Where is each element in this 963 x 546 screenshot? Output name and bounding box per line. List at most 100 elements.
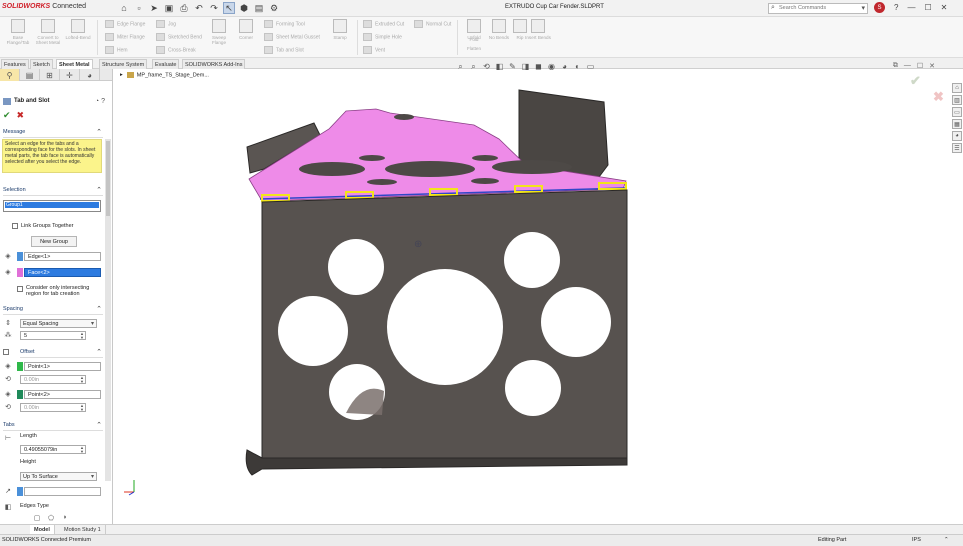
tab-and-slot-button[interactable]: Tab and Slot (264, 46, 304, 54)
collapse-chevron-icon[interactable]: ⌃ (96, 186, 102, 194)
cross-break-button[interactable]: Cross-Break (156, 46, 196, 54)
spacing-type-select[interactable]: Equal Spacing ▾ (20, 319, 97, 328)
tab-structure-system[interactable]: Structure System (99, 59, 148, 69)
up-to-surface-field[interactable] (24, 487, 101, 496)
jog-button[interactable]: Jog (156, 20, 176, 28)
point1-distance-input[interactable]: 0.00in ▲ ▼ (20, 375, 86, 384)
save-icon[interactable]: ▣ (163, 2, 175, 14)
scrollbar-thumb[interactable] (106, 141, 110, 216)
units-selector[interactable]: IPS (912, 537, 921, 543)
search-dropdown-icon[interactable]: ▾ (861, 4, 865, 12)
convert-to-sheet-metal-button[interactable]: Convert to Sheet Metal (34, 19, 62, 45)
base-flange-button[interactable]: Base Flange/Tab (4, 19, 32, 45)
tabs-section-header[interactable]: Tabs ⌃ (3, 422, 103, 431)
group-list-item[interactable]: Group1 (5, 202, 99, 208)
edge-selection-field[interactable]: Edge<1> (24, 252, 101, 261)
spinner-icon[interactable]: ▲ ▼ (80, 332, 84, 339)
ok-checkmark-icon[interactable]: ✔ (3, 110, 11, 120)
print-icon[interactable]: ⎙ (178, 2, 190, 14)
edge-type-sharp-icon[interactable]: ▢ (32, 514, 42, 522)
dimxpert-tab-icon[interactable]: ✛ (60, 69, 80, 81)
tab-evaluate[interactable]: Evaluate (152, 59, 180, 69)
gusset-button[interactable]: Sheet Metal Gusset (264, 33, 320, 41)
point2-distance-input[interactable]: 0.00in ▲ ▼ (20, 403, 86, 412)
new-group-button[interactable]: New Group (31, 236, 77, 247)
select-pointer-icon[interactable]: ↖ (223, 2, 235, 14)
minimize-icon[interactable]: — (907, 3, 915, 12)
help-icon[interactable]: ? (894, 3, 898, 12)
spinner-icon[interactable]: ▲ ▼ (80, 446, 84, 453)
link-groups-checkbox[interactable]: Link Groups Together (12, 223, 74, 229)
collapse-chevron-icon[interactable]: ⌃ (96, 128, 102, 136)
extruded-cut-button[interactable]: Extruded Cut (363, 20, 404, 28)
tab-sketch[interactable]: Sketch (30, 59, 53, 69)
edge-flange-button[interactable]: Edge Flange (105, 20, 145, 28)
configuration-manager-tab-icon[interactable]: ⊞ (40, 69, 60, 81)
point2-field[interactable]: Point<2> (24, 390, 101, 399)
property-manager-tab-icon[interactable]: ▤ (20, 69, 40, 81)
new-document-icon[interactable]: ▫ (133, 2, 145, 14)
collapse-chevron-icon[interactable]: ⌃ (96, 421, 102, 429)
help-icon[interactable]: ◔ ? (95, 98, 105, 105)
flatten-button[interactable]: Flatten (460, 46, 488, 51)
face-selection-field[interactable]: Face<2> (24, 268, 101, 277)
sketched-bend-button[interactable]: Sketched Bend (156, 33, 202, 41)
close-window-icon[interactable]: ✕ (941, 3, 948, 12)
hem-button[interactable]: Hem (105, 46, 128, 54)
collapse-chevron-icon[interactable]: ⌃ (96, 305, 102, 313)
tab-features[interactable]: Features (1, 59, 29, 69)
sweep-flange-button[interactable]: Sweep Flange (205, 19, 233, 45)
group-list[interactable]: Group1 (3, 200, 101, 212)
vent-button[interactable]: Vent (363, 46, 385, 54)
face-selection-icon: ◈ (5, 269, 11, 276)
options-gear-icon[interactable]: ⚙ (268, 2, 280, 14)
stamp-button[interactable]: Stamp (326, 19, 354, 40)
home-icon[interactable]: ⌂ (118, 2, 130, 14)
selection-section-header[interactable]: Selection ⌃ (3, 187, 103, 196)
open-icon[interactable]: ➤ (148, 2, 160, 14)
user-avatar[interactable]: S (874, 2, 885, 13)
message-section-header[interactable]: Message ⌃ (3, 129, 103, 138)
search-commands-input[interactable]: ⌕ Search Commands ▾ (768, 3, 868, 14)
app-logo: SOLIDWORKS Connected (2, 3, 87, 10)
lofted-bend-button[interactable]: Lofted-Bend (64, 19, 92, 40)
corner-button[interactable]: Corner (232, 19, 260, 40)
point1-field[interactable]: Point<1> (24, 362, 101, 371)
feature-manager-tab-icon[interactable]: ⚲ (0, 69, 20, 81)
redo-icon[interactable]: ↷ (208, 2, 220, 14)
miter-flange-button[interactable]: Miter Flange (105, 33, 145, 41)
spacing-section-header[interactable]: Spacing ⌃ (3, 306, 103, 315)
offset-checkbox[interactable] (3, 349, 12, 355)
display-manager-tab-icon[interactable]: ◕ (80, 69, 100, 81)
sheet-metal-part-model[interactable]: ⊕ (114, 69, 963, 524)
collapse-chevron-icon[interactable]: ⌃ (96, 348, 102, 356)
maximize-icon[interactable]: ☐ (924, 3, 931, 12)
spinner-icon[interactable]: ▲ ▼ (80, 404, 84, 411)
consider-intersecting-checkbox[interactable]: Consider only intersecting region for ta… (17, 285, 101, 297)
height-type-select[interactable]: Up To Surface ▾ (20, 472, 97, 481)
instance-count-input[interactable]: 5 ▲ ▼ (20, 331, 86, 340)
file-properties-icon[interactable]: ▤ (253, 2, 265, 14)
undo-icon[interactable]: ↶ (193, 2, 205, 14)
graphics-area[interactable]: ▸ MP_frame_TS_Stage_Dem... ⌕ ⌕ ⟲ ◧ ✎ ◨ ◼ … (114, 62, 963, 524)
length-input[interactable]: 0.49055079in ▲ ▼ (20, 445, 86, 454)
tab-add-ins[interactable]: SOLIDWORKS Add-Ins (182, 59, 246, 69)
tab-sheet-metal[interactable]: Sheet Metal (56, 59, 93, 69)
checkbox-box[interactable] (12, 223, 18, 229)
normal-cut-button[interactable]: Normal Cut (414, 20, 451, 28)
panel-scrollbar[interactable] (105, 139, 111, 481)
cancel-x-icon[interactable]: ✖ (17, 110, 25, 120)
forming-tool-button[interactable]: Forming Tool (264, 20, 305, 28)
fold-button[interactable]: Fold (460, 37, 488, 42)
simple-hole-button[interactable]: Simple Hole (363, 33, 402, 41)
rebuild-icon[interactable]: ⬢ (238, 2, 250, 14)
checkbox-box[interactable] (3, 349, 9, 355)
edge-type-chamfer-icon[interactable]: ⬠ (46, 514, 56, 522)
spinner-icon[interactable]: ▲ ▼ (80, 376, 84, 383)
status-options-icon[interactable]: ⌃ (944, 537, 949, 543)
checkbox-box[interactable] (17, 286, 23, 292)
edge-type-fillet-icon[interactable]: ◗ (60, 514, 70, 521)
insert-bends-button[interactable]: Insert Bends (524, 19, 552, 40)
quick-access-toolbar: ⌂ ▫ ➤ ▣ ⎙ ↶ ↷ ↖ ⬢ ▤ ⚙ (118, 2, 280, 14)
offset-section-header[interactable]: Offset ⌃ (20, 349, 103, 358)
